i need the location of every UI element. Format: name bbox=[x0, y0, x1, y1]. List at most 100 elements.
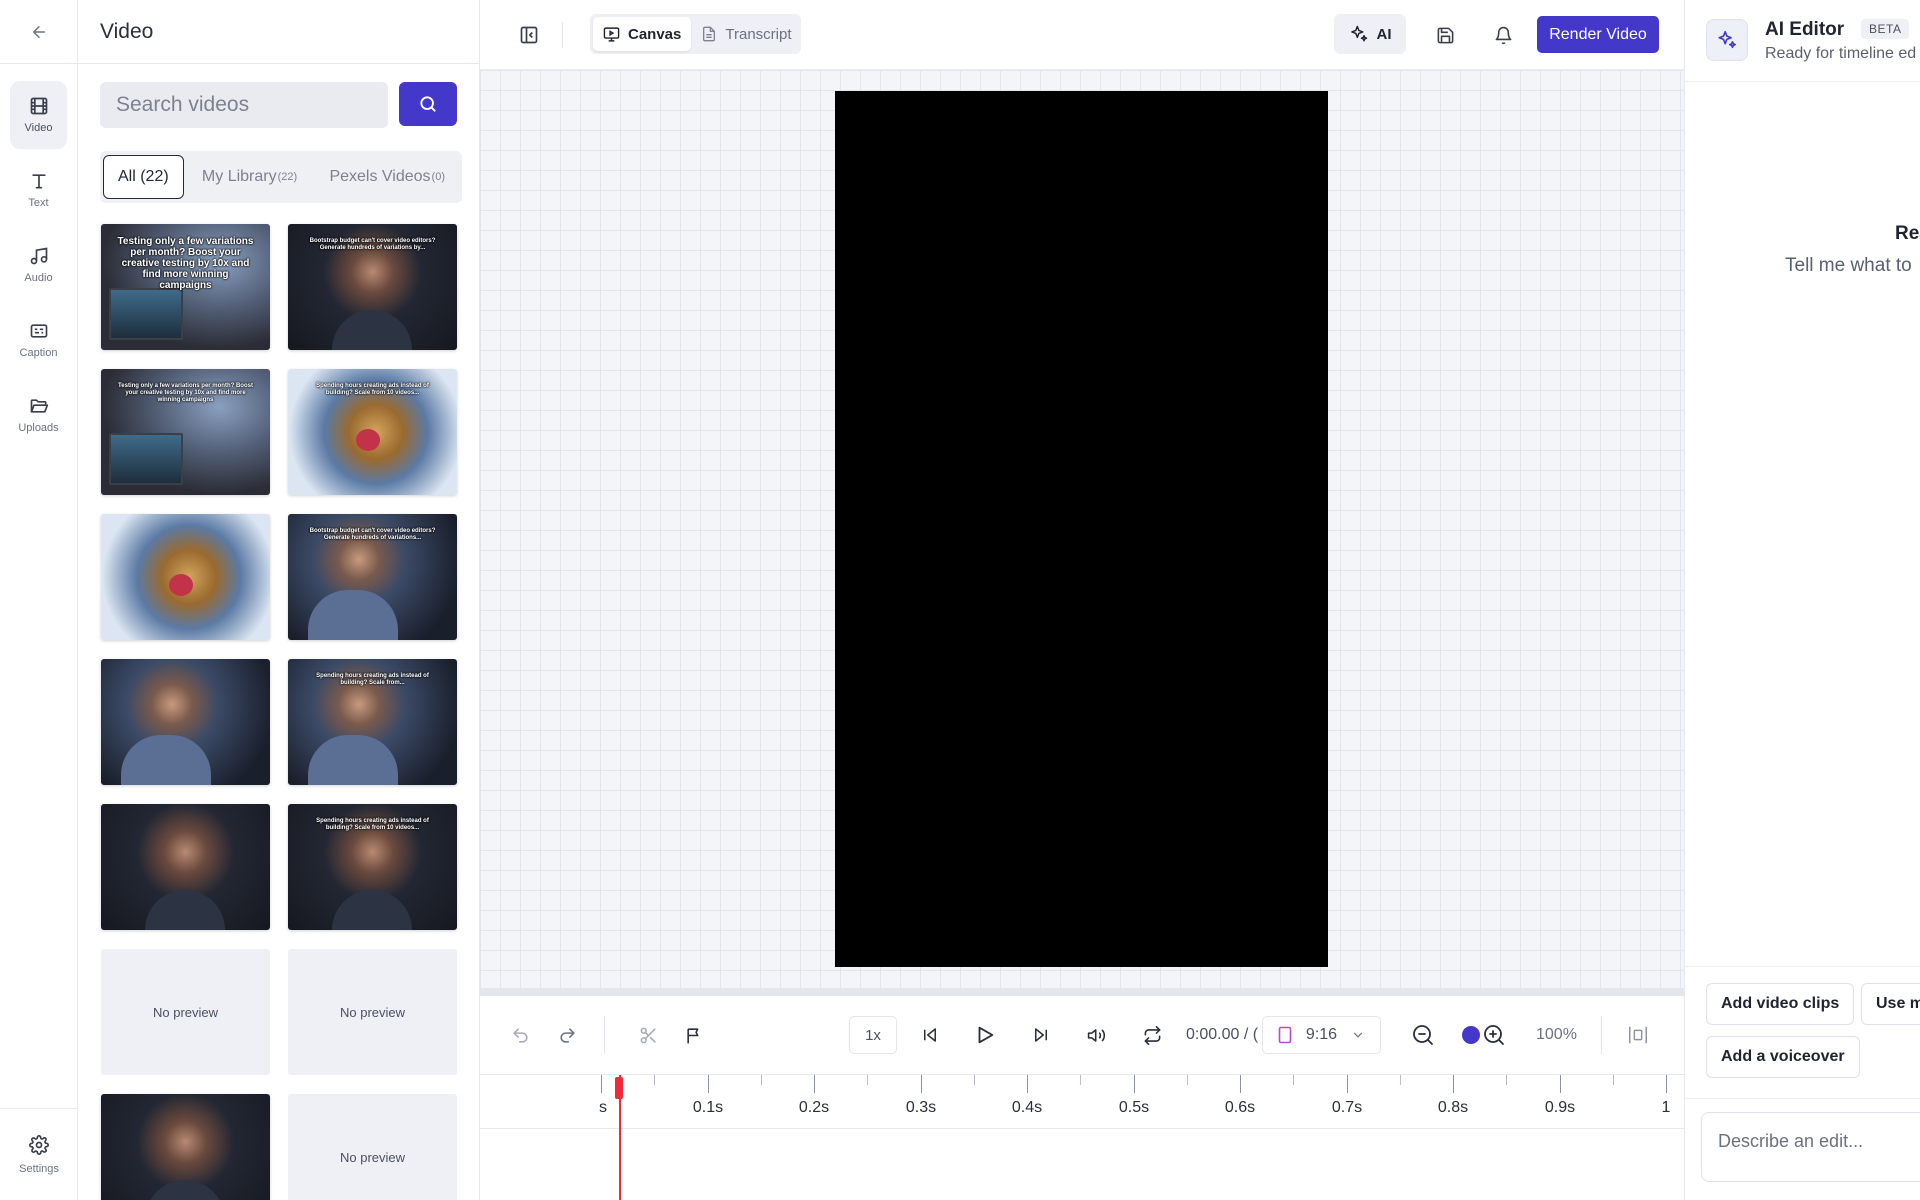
zoom-in-button[interactable] bbox=[1479, 1016, 1509, 1054]
filter-tab-all[interactable]: All (22) bbox=[103, 155, 184, 199]
ruler-minor-tick bbox=[974, 1075, 975, 1085]
timeline[interactable]: s 0.1s 0.2s 0.3s 0.4s 0.5s 0.6s 0.7s 0.8s 0.9s 1 bbox=[480, 1075, 1684, 1200]
rail-item-caption[interactable]: Caption bbox=[10, 306, 67, 374]
search-input[interactable] bbox=[100, 82, 388, 128]
save-button[interactable] bbox=[1432, 22, 1458, 48]
thumbnail-caption: Spending hours creating ads instead of b… bbox=[316, 673, 429, 686]
media-panel: Video All (22) My Library(22) Pexels Vid… bbox=[78, 0, 480, 1200]
video-thumbnail[interactable]: Spending hours creating ads instead of b… bbox=[288, 369, 457, 495]
marker-button[interactable] bbox=[680, 1016, 708, 1054]
ruler-tick-label: 0.1s bbox=[692, 1099, 724, 1116]
tab-canvas[interactable]: Canvas bbox=[593, 17, 692, 51]
suggestion-add-voiceover[interactable]: Add a voiceover bbox=[1706, 1036, 1860, 1078]
music-note-icon bbox=[30, 247, 47, 265]
ai-prompt-input[interactable] bbox=[1701, 1112, 1920, 1182]
rail-item-audio[interactable]: Audio bbox=[10, 231, 67, 299]
video-thumbnail[interactable] bbox=[101, 514, 270, 640]
monitor-play-icon bbox=[603, 26, 620, 42]
video-thumbnail-empty[interactable]: No preview bbox=[288, 949, 457, 1075]
type-icon bbox=[31, 174, 46, 189]
filter-tab-my-library[interactable]: My Library (22) bbox=[184, 155, 316, 199]
ruler-tick-label: 0.2s bbox=[798, 1099, 830, 1116]
search-icon bbox=[420, 96, 436, 112]
settings-button[interactable]: Settings bbox=[0, 1108, 78, 1200]
ruler-tick bbox=[1347, 1075, 1348, 1093]
rail-item-text[interactable]: Text bbox=[10, 156, 67, 224]
play-icon bbox=[978, 1026, 994, 1044]
video-stage[interactable] bbox=[835, 91, 1328, 967]
ai-editor-title: AI Editor bbox=[1765, 19, 1845, 40]
video-thumbnail[interactable]: Bootstrap budget can't cover video edito… bbox=[288, 224, 457, 350]
beta-badge: BETA bbox=[1861, 19, 1910, 39]
timeline-ruler[interactable]: s 0.1s 0.2s 0.3s 0.4s 0.5s 0.6s 0.7s 0.8s 0.9s 1 bbox=[480, 1075, 1684, 1129]
video-thumbnail-empty[interactable]: No preview bbox=[288, 1094, 457, 1200]
undo-button[interactable] bbox=[506, 1016, 534, 1054]
search-button[interactable] bbox=[399, 82, 457, 126]
loop-button[interactable] bbox=[1138, 1016, 1166, 1054]
video-thumbnail[interactable]: Spending hours creating ads instead of b… bbox=[288, 804, 457, 930]
video-thumbnail[interactable]: Testing only a few variations per month?… bbox=[101, 224, 270, 350]
portrait-frame-icon bbox=[1278, 1026, 1292, 1044]
thumbnail-caption: Testing only a few variations per month?… bbox=[118, 383, 253, 403]
notifications-button[interactable] bbox=[1490, 22, 1516, 48]
video-thumbnail[interactable]: Bootstrap budget can't cover video edito… bbox=[288, 514, 457, 640]
video-thumbnail[interactable]: Spending hours creating ads instead of b… bbox=[288, 659, 457, 785]
video-thumbnail[interactable] bbox=[101, 804, 270, 930]
rail-item-label: Caption bbox=[19, 347, 58, 359]
search-row bbox=[100, 82, 457, 128]
thumbnail-caption: Bootstrap budget can't cover video edito… bbox=[309, 238, 436, 251]
settings-label: Settings bbox=[19, 1162, 59, 1175]
speed-select[interactable]: 1x bbox=[849, 1016, 897, 1054]
suggestion-use-m[interactable]: Use m bbox=[1861, 983, 1920, 1025]
toggle-sidebar-button[interactable] bbox=[516, 22, 542, 48]
suggestion-add-video-clips[interactable]: Add video clips bbox=[1706, 983, 1855, 1025]
video-thumbnail[interactable] bbox=[101, 659, 270, 785]
canvas-resize-handle[interactable] bbox=[480, 988, 1684, 996]
redo-button[interactable] bbox=[553, 1016, 581, 1054]
ruler-tick-label: 0.3s bbox=[905, 1099, 937, 1116]
ruler-tick-label: 0.8s bbox=[1437, 1099, 1469, 1116]
tab-transcript[interactable]: Transcript bbox=[691, 17, 801, 51]
playhead-handle[interactable] bbox=[615, 1077, 623, 1099]
time-display: 0:00.00 / ( bbox=[1186, 1026, 1259, 1043]
split-button[interactable] bbox=[634, 1016, 662, 1054]
video-thumbnail[interactable]: Testing only a few variations per month?… bbox=[101, 369, 270, 495]
ruler-tick bbox=[1134, 1075, 1135, 1093]
ruler-minor-tick bbox=[761, 1075, 762, 1085]
ruler-minor-tick bbox=[867, 1075, 868, 1085]
ruler-tick bbox=[708, 1075, 709, 1093]
rail-item-video[interactable]: Video bbox=[10, 81, 67, 149]
media-panel-title: Video bbox=[78, 0, 479, 64]
ruler-minor-tick bbox=[1080, 1075, 1081, 1085]
sidebar-collapse-icon bbox=[520, 26, 538, 44]
ruler-tick bbox=[814, 1075, 815, 1093]
zoom-out-icon bbox=[1413, 1025, 1433, 1045]
ruler-tick bbox=[1560, 1075, 1561, 1093]
filter-tab-count: (0) bbox=[431, 171, 445, 183]
zoom-slider-handle[interactable] bbox=[1461, 1016, 1481, 1054]
volume-button[interactable] bbox=[1082, 1016, 1110, 1054]
fit-timeline-button[interactable] bbox=[1624, 1016, 1652, 1054]
ruler-minor-tick bbox=[654, 1075, 655, 1085]
ruler-tick-label: 0.6s bbox=[1224, 1099, 1256, 1116]
repeat-icon bbox=[1144, 1025, 1160, 1045]
filter-tab-label: Pexels Videos bbox=[329, 168, 431, 185]
volume-icon bbox=[1087, 1028, 1105, 1042]
ai-button[interactable]: AI bbox=[1334, 14, 1406, 54]
ruler-tick-label: 0.7s bbox=[1331, 1099, 1363, 1116]
video-thumbnail-empty[interactable]: No preview bbox=[101, 949, 270, 1075]
filter-tab-pexels-videos[interactable]: Pexels Videos (0) bbox=[315, 155, 459, 199]
play-button[interactable] bbox=[971, 1016, 999, 1054]
skip-forward-button[interactable] bbox=[1027, 1016, 1055, 1054]
skip-back-button[interactable] bbox=[916, 1016, 944, 1054]
zoom-out-button[interactable] bbox=[1408, 1016, 1438, 1054]
save-icon bbox=[1437, 27, 1453, 43]
ruler-tick-label: 0.9s bbox=[1544, 1099, 1576, 1116]
back-button[interactable] bbox=[0, 0, 78, 64]
rail-item-label: Video bbox=[24, 122, 53, 134]
render-video-button[interactable]: Render Video bbox=[1537, 16, 1659, 53]
rail-item-uploads[interactable]: Uploads bbox=[10, 381, 67, 449]
video-thumbnail[interactable]: Sovran bbox=[101, 1094, 270, 1200]
ai-editor-header: AI Editor BETA Ready for timeline ed bbox=[1685, 0, 1920, 82]
aspect-ratio-select[interactable]: 9:16 bbox=[1262, 1016, 1381, 1054]
